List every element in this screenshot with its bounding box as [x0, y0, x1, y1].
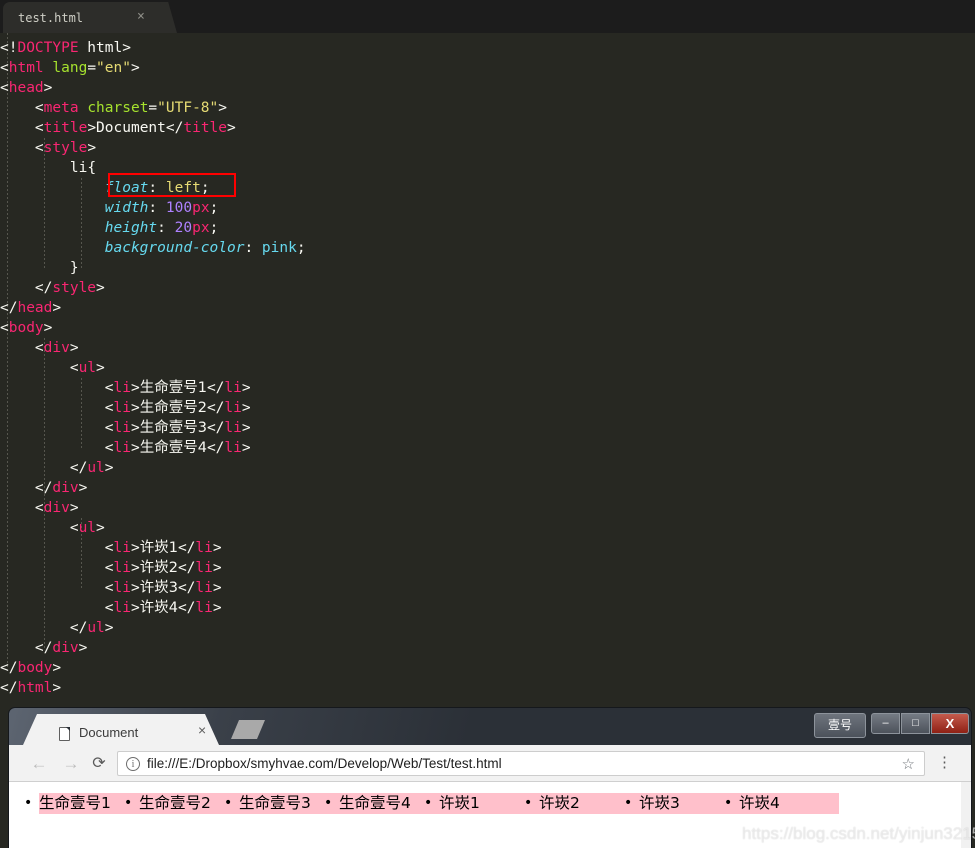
address-bar[interactable]: i file:///E:/Dropbox/smyhvae.com/Develop… — [117, 751, 925, 776]
code-line: </head> — [0, 298, 975, 318]
close-window-button[interactable]: X — [931, 713, 969, 734]
minimize-button[interactable]: – — [871, 713, 900, 734]
code-line: <!DOCTYPE html> — [0, 38, 975, 58]
code-line: </ul> — [0, 618, 975, 638]
code-line: background-color: pink; — [0, 238, 975, 258]
code-line: </style> — [0, 278, 975, 298]
minimize-icon: – — [872, 714, 899, 733]
code-line: </html> — [0, 678, 975, 698]
browser-toolbar: ← → ⟳ i file:///E:/Dropbox/smyhvae.com/D… — [9, 745, 971, 782]
forward-arrow-icon[interactable]: → — [61, 754, 81, 774]
close-icon: X — [932, 714, 968, 733]
code-line: <li>生命壹号4</li> — [0, 438, 975, 458]
overflow-menu-icon[interactable]: ⋮ — [937, 755, 952, 771]
code-line: } — [0, 258, 975, 278]
code-line: <head> — [0, 78, 975, 98]
code-line: <div> — [0, 498, 975, 518]
code-line: <li>生命壹号1</li> — [0, 378, 975, 398]
code-line: <li>许崁4</li> — [0, 598, 975, 618]
close-icon[interactable]: × — [137, 10, 145, 24]
browser-window: Document × 壹号 – □ X ← → ⟳ i file:///E:/D… — [9, 708, 971, 848]
code-line: </body> — [0, 658, 975, 678]
code-line: </div> — [0, 638, 975, 658]
browser-tab-document[interactable]: Document × — [23, 714, 219, 745]
reload-icon[interactable]: ⟳ — [89, 754, 109, 774]
code-line: li{ — [0, 158, 975, 178]
editor-tab-label: test.html — [18, 11, 83, 25]
editor-tab-bar: test.html × — [0, 0, 975, 33]
code-line: <div> — [0, 338, 975, 358]
code-text-item: 许崁3 — [140, 580, 178, 596]
code-area[interactable]: <!DOCTYPE html> <html lang="en"> <head> … — [0, 33, 975, 705]
code-line: </ul> — [0, 458, 975, 478]
bookmark-star-icon[interactable]: ☆ — [902, 755, 915, 773]
maximize-icon: □ — [902, 714, 929, 733]
code-line: <li>许崁2</li> — [0, 558, 975, 578]
code-line: <title>Document</title> — [0, 118, 975, 138]
code-line: <body> — [0, 318, 975, 338]
code-text-item: 生命壹号3 — [140, 420, 207, 436]
url-text: file:///E:/Dropbox/smyhvae.com/Develop/W… — [147, 756, 502, 771]
code-text-item: 许崁4 — [140, 600, 178, 616]
code-line: height: 20px; — [0, 218, 975, 238]
code-line: </div> — [0, 478, 975, 498]
code-line: width: 100px; — [0, 198, 975, 218]
browser-titlebar: Document × 壹号 – □ X — [9, 708, 971, 745]
code-line: <meta charset="UTF-8"> — [0, 98, 975, 118]
code-text-item: 生命壹号1 — [140, 380, 207, 396]
list-item: 许崁4 — [739, 793, 839, 814]
code-line: <li>许崁1</li> — [0, 538, 975, 558]
code-line: <li>许崁3</li> — [0, 578, 975, 598]
code-line: <ul> — [0, 358, 975, 378]
code-text-item: 生命壹号2 — [140, 400, 207, 416]
info-icon[interactable]: i — [126, 757, 140, 771]
code-text-item: 许崁2 — [140, 560, 178, 576]
code-text-item: 生命壹号4 — [140, 440, 207, 456]
code-line: <ul> — [0, 518, 975, 538]
maximize-button[interactable]: □ — [901, 713, 930, 734]
editor-tab-test-html[interactable]: test.html × — [3, 2, 161, 33]
back-arrow-icon[interactable]: ← — [29, 754, 49, 774]
code-line: <style> — [0, 138, 975, 158]
page-viewport: 生命壹号1 生命壹号2 生命壹号3 生命壹号4 许崁1 许崁2 许崁3 许崁4 — [9, 782, 971, 848]
page-icon — [59, 727, 70, 741]
rendered-list: 生命壹号1 生命壹号2 生命壹号3 生命壹号4 许崁1 许崁2 许崁3 许崁4 — [9, 793, 971, 819]
browser-tab-title: Document — [79, 725, 138, 740]
user-profile-button[interactable]: 壹号 — [814, 713, 866, 738]
code-line: <html lang="en"> — [0, 58, 975, 78]
code-line: <li>生命壹号3</li> — [0, 418, 975, 438]
code-text-item: 许崁1 — [140, 540, 178, 556]
new-tab-button[interactable] — [231, 720, 265, 739]
code-line: <li>生命壹号2</li> — [0, 398, 975, 418]
code-line-float: float: left; — [0, 178, 975, 198]
page-scrollbar[interactable] — [961, 782, 971, 848]
close-icon[interactable]: × — [198, 723, 206, 738]
